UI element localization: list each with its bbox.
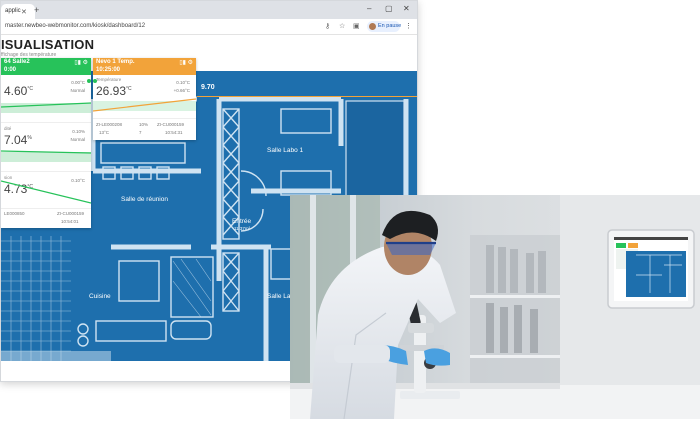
- gateway-id: ZI-CU000159: [57, 211, 85, 216]
- metric-humidity: dité 7.04% 0.10% Normal: [1, 124, 91, 172]
- card-header: 64 Salle2 0:00 ▯▮ ⚙: [1, 58, 91, 75]
- card-toolbar-icons[interactable]: ▯▮ ⚙: [179, 59, 193, 66]
- room-label-labo1[interactable]: Salle Labo 1: [267, 147, 303, 154]
- tab-title: applic: [5, 8, 21, 14]
- gateway-id: ZI-CU000159: [157, 122, 185, 127]
- device-id: ZI-LE000208: [96, 122, 123, 127]
- room-label-reunion[interactable]: Salle de réunion: [121, 196, 168, 203]
- minimize-icon[interactable]: –: [367, 4, 371, 13]
- card-footer: ZI-LE000208 10% ZI-CU000159 13°C 7 10:54…: [93, 120, 196, 138]
- tab-strip: applic ✕ + – ▢ ✕: [1, 1, 417, 19]
- sensor-card-salle2[interactable]: 64 Salle2 0:00 ▯▮ ⚙ 4.60°C 0.00°C Normal …: [1, 58, 91, 228]
- trend-line: [1, 150, 91, 154]
- sub-reading-1: 13°C: [99, 130, 110, 135]
- browser-menu-icon[interactable]: ⋮: [405, 22, 412, 30]
- last-update: 10:54:31: [165, 130, 183, 135]
- card-time: 10:25:00: [96, 67, 121, 73]
- sub-reading-2: 7: [139, 130, 142, 135]
- room-area-entree: 11.37m²: [234, 226, 251, 231]
- card-footer: LE000850 ZI-CU000159 10:54:01: [1, 209, 91, 227]
- measure-line: [197, 96, 417, 97]
- card-toolbar-icons[interactable]: ▯▮ ⚙: [74, 59, 88, 66]
- new-tab-icon[interactable]: +: [34, 5, 39, 15]
- metric-side: 0.00°C Normal: [70, 80, 85, 93]
- avatar: [369, 23, 376, 30]
- dimension-label: 9.70: [201, 84, 215, 91]
- lab-photo: [290, 195, 700, 419]
- card-title: Nevo 1 Temp.: [96, 59, 135, 65]
- composite-image: applic ✕ + – ▢ ✕ master.newbeo-webmonito…: [0, 0, 700, 441]
- profile-pause-button[interactable]: En pause: [367, 21, 402, 32]
- device-id: LE000850: [4, 211, 25, 216]
- room-label-entree[interactable]: Entrée: [232, 218, 251, 225]
- status-dot: [87, 79, 91, 83]
- battery-level: 10%: [139, 122, 149, 127]
- page-title: ISUALISATION: [1, 37, 95, 52]
- card-header: Nevo 1 Temp. 10:25:00 ▯▮ ⚙: [93, 58, 196, 75]
- pause-label: En pause: [378, 23, 402, 29]
- maximize-icon[interactable]: ▢: [385, 4, 393, 13]
- key-icon[interactable]: ⚷: [325, 22, 330, 30]
- metric-temperature: Température 26.93°C 0.10°C +0.66°C: [93, 75, 196, 119]
- metric-label: dité: [4, 126, 12, 131]
- trend-line: [1, 180, 91, 204]
- trend-line: [1, 102, 91, 108]
- card-title: 64 Salle2: [4, 59, 30, 65]
- metric-side: 0.10% Normal: [70, 129, 85, 142]
- extension-icon[interactable]: ▣: [353, 22, 360, 30]
- metric-pression: sion 4.73°C 0.10°C: [1, 173, 91, 209]
- metric-label: Température: [96, 77, 122, 82]
- star-icon[interactable]: ☆: [339, 22, 345, 30]
- metric-temperature: 4.60°C 0.00°C Normal: [1, 75, 91, 123]
- url-text[interactable]: master.newbeo-webmonitor.com/kiosk/dashb…: [5, 23, 145, 29]
- room-label-cuisine[interactable]: Cuisine: [89, 293, 111, 300]
- metric-side: 0.10°C +0.66°C: [173, 80, 190, 93]
- trend-line: [93, 98, 196, 112]
- last-update: 10:54:01: [61, 219, 79, 224]
- card-time: 0:00: [4, 67, 17, 73]
- close-window-icon[interactable]: ✕: [403, 4, 410, 13]
- browser-tab[interactable]: applic ✕: [1, 4, 35, 19]
- tab-close-icon[interactable]: ✕: [21, 8, 27, 16]
- status-dot: [93, 79, 97, 83]
- sensor-card-nevo[interactable]: Nevo 1 Temp. 10:25:00 ▯▮ ⚙ Température 2…: [93, 58, 196, 140]
- lab-photo-illustration: [290, 195, 700, 419]
- address-bar: master.newbeo-webmonitor.com/kiosk/dashb…: [1, 19, 417, 35]
